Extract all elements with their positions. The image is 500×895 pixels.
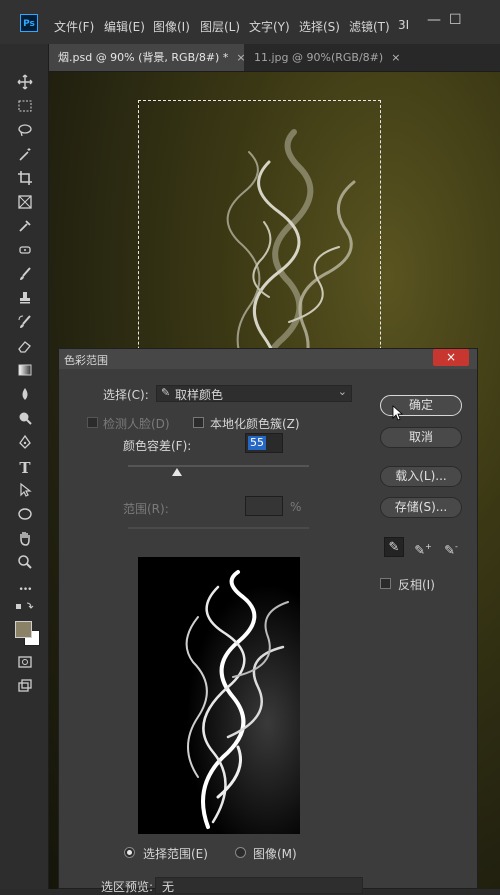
fuzziness-slider-track[interactable] <box>128 465 309 467</box>
mouse-cursor-icon <box>392 405 404 421</box>
lasso-icon[interactable] <box>15 122 35 142</box>
close-icon[interactable]: × <box>433 349 469 366</box>
range-label: 范围(R): <box>123 502 169 516</box>
move-icon[interactable] <box>15 74 35 94</box>
range-slider-track[interactable] <box>128 527 309 529</box>
dialog-title-bar[interactable]: 色彩范围 × <box>59 349 477 369</box>
fuzziness-value: 55 <box>248 436 266 450</box>
detect-faces-checkbox[interactable] <box>87 417 98 428</box>
menu-type[interactable]: 文字(Y) <box>249 18 290 35</box>
cancel-button[interactable]: 取消 <box>380 427 462 448</box>
select-value: 取样颜色 <box>175 388 224 402</box>
chevron-down-icon: ⌄ <box>337 385 347 398</box>
fuzziness-slider-thumb[interactable] <box>172 468 182 476</box>
tab-label: 烟.psd @ 90% (背景, RGB/8#) * <box>58 51 229 64</box>
localized-clusters-checkbox[interactable] <box>193 417 204 428</box>
fuzziness-label: 颜色容差(F): <box>123 439 192 453</box>
stamp-icon[interactable] <box>15 290 35 310</box>
type-icon[interactable]: T <box>15 458 35 478</box>
invert-checkbox[interactable] <box>380 578 391 589</box>
preview-image <box>138 557 300 834</box>
load-button[interactable]: 载入(L)... <box>380 466 462 487</box>
close-icon[interactable]: × <box>391 51 400 64</box>
save-button[interactable]: 存储(S)... <box>380 497 462 518</box>
magic-wand-icon[interactable] <box>15 146 35 166</box>
color-swatches[interactable] <box>15 621 40 646</box>
document-tab-bar: 烟.psd @ 90% (背景, RGB/8#) * × 11.jpg @ 90%… <box>48 44 500 72</box>
photoshop-logo: Ps <box>20 14 38 32</box>
frame-icon[interactable] <box>15 194 35 214</box>
dialog-title: 色彩范围 <box>64 354 108 367</box>
menu-filter[interactable]: 滤镜(T) <box>349 18 390 35</box>
brush-icon[interactable] <box>15 266 35 286</box>
invert-label: 反相(I) <box>398 578 435 592</box>
path-select-icon[interactable] <box>15 482 35 502</box>
restore-icon[interactable]: ☐ <box>449 12 462 28</box>
selection-radio-label: 选择范围(E) <box>143 847 208 861</box>
zoom-icon[interactable] <box>15 554 35 574</box>
menu-bar: Ps 文件(F) 编辑(E) 图像(I) 图层(L) 文字(Y) 选择(S) 滤… <box>0 0 500 44</box>
menu-edit[interactable]: 编辑(E) <box>104 18 145 35</box>
tab-11-jpg[interactable]: 11.jpg @ 90%(RGB/8#) × <box>244 44 419 71</box>
selection-preview[interactable] <box>138 557 300 834</box>
eyedropper-minus-icon[interactable]: ✎- <box>441 537 461 558</box>
selection-preview-value: 无 <box>162 880 175 894</box>
menu-file[interactable]: 文件(F) <box>54 18 94 35</box>
image-radio-label: 图像(M) <box>253 847 297 861</box>
minimize-icon[interactable]: — <box>427 12 441 28</box>
eyedropper-plus-icon[interactable]: ✎+ <box>413 537 433 558</box>
tools-panel: T ••• <box>0 44 49 889</box>
eraser-icon[interactable] <box>15 338 35 358</box>
screen-mode-icon[interactable] <box>15 678 35 698</box>
range-unit: % <box>290 500 302 514</box>
history-brush-icon[interactable] <box>15 314 35 334</box>
tab-smoke-psd[interactable]: 烟.psd @ 90% (背景, RGB/8#) * × <box>48 44 246 71</box>
eyedropper-icon[interactable]: ✎ <box>384 537 404 557</box>
localized-clusters-label: 本地化颜色簇(Z) <box>210 417 300 431</box>
range-input[interactable] <box>245 496 283 516</box>
swap-colors-icon[interactable] <box>15 600 35 614</box>
gradient-icon[interactable] <box>15 362 35 382</box>
image-radio[interactable] <box>235 847 246 858</box>
quick-mask-icon[interactable] <box>15 654 35 674</box>
select-dropdown[interactable]: ✎ 取样颜色 ⌄ <box>156 385 352 402</box>
selection-preview-dropdown[interactable]: 无 <box>155 877 363 894</box>
ellipse-icon[interactable] <box>15 506 35 526</box>
menu-layer[interactable]: 图层(L) <box>200 18 240 35</box>
color-range-dialog: 色彩范围 × 选择(C): ✎ 取样颜色 ⌄ 检测人脸(D) 本地化颜色簇(Z)… <box>58 348 478 894</box>
menu-3d[interactable]: 3I <box>398 18 409 32</box>
selection-preview-label: 选区预览: <box>101 880 154 894</box>
pen-icon[interactable] <box>15 434 35 454</box>
menu-select[interactable]: 选择(S) <box>299 18 340 35</box>
tab-label: 11.jpg @ 90%(RGB/8#) <box>254 51 384 64</box>
dodge-icon[interactable] <box>15 410 35 430</box>
eyedropper-icon[interactable] <box>15 218 35 238</box>
fuzziness-input[interactable]: 55 <box>245 433 283 453</box>
detect-faces-label: 检测人脸(D) <box>103 417 170 431</box>
marquee-icon[interactable] <box>15 98 35 118</box>
hand-icon[interactable] <box>15 530 35 550</box>
blur-icon[interactable] <box>15 386 35 406</box>
eyedropper-icon: ✎ <box>161 386 171 399</box>
select-label: 选择(C): <box>103 388 149 402</box>
selection-radio[interactable] <box>124 847 135 858</box>
more-icon[interactable]: ••• <box>15 580 35 600</box>
menu-image[interactable]: 图像(I) <box>153 18 190 35</box>
crop-icon[interactable] <box>15 170 35 190</box>
foreground-color-swatch[interactable] <box>15 621 32 638</box>
healing-icon[interactable] <box>15 242 35 262</box>
